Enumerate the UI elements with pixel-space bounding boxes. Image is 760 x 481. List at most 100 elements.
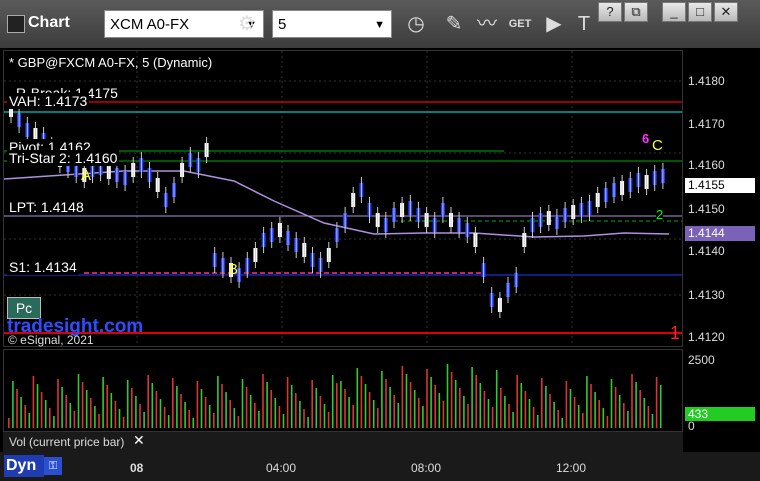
volume-bar [61, 387, 63, 428]
volume-bar [172, 378, 174, 428]
volume-bar [491, 407, 494, 428]
study-icon[interactable]: 〰 [473, 10, 501, 38]
volume-bar [233, 408, 236, 428]
volume-bar [647, 406, 650, 428]
text-tool-icon[interactable]: T [570, 10, 598, 38]
volume-bar [512, 412, 514, 428]
clock-icon[interactable]: ◷ [402, 10, 430, 38]
volume-bar [418, 398, 420, 428]
volume-bar [241, 379, 244, 428]
y-tick: 1.4140 [688, 244, 725, 258]
volume-bar [487, 399, 490, 428]
volume-bar [286, 377, 289, 428]
volume-bar [57, 379, 59, 428]
chevron-down-icon[interactable]: ▼ [374, 11, 385, 39]
x-tick: 12:00 [556, 461, 587, 475]
volume-bar [290, 385, 293, 428]
ma-price-tag: 1.4144 [685, 226, 755, 241]
volume-bar [422, 406, 424, 428]
time-axis[interactable]: Dyn ⚿ [0, 452, 760, 481]
dyn-mode-button[interactable]: Dyn [4, 455, 44, 477]
marker-c: C [652, 137, 663, 154]
volume-pane[interactable] [3, 349, 683, 432]
volume-bar [217, 376, 219, 428]
volume-bar [188, 410, 190, 428]
restore-button[interactable]: ⧉ [624, 2, 648, 22]
y-tick: 1.4130 [688, 288, 725, 302]
volume-bar [8, 418, 10, 428]
volume-bar [549, 394, 551, 428]
close-icon[interactable]: ✕ [133, 432, 145, 449]
volume-bar [573, 397, 576, 428]
volume-bar [459, 388, 461, 428]
volume-bar [372, 400, 375, 428]
chart-symbol-title: * GBP@FXCM A0-FX, 5 (Dynamic) [9, 55, 213, 70]
volume-bar [532, 407, 535, 428]
volume-bar [122, 417, 125, 428]
volume-bar [245, 387, 248, 428]
tristar-label: Tri-Star 2: 1.4160 [7, 150, 120, 166]
volume-bar [98, 414, 100, 428]
volume-bar [635, 382, 637, 428]
volume-bar [258, 411, 260, 428]
volume-bar [598, 400, 600, 428]
x-tick: 08:00 [411, 461, 442, 475]
volume-bar [331, 375, 334, 428]
price-axis[interactable]: 1.4180 1.4170 1.4160 1.4150 1.4140 1.413… [683, 50, 760, 347]
volume-bar [155, 391, 158, 428]
volume-bar [623, 403, 625, 428]
symbol-value: XCM A0-FX [110, 16, 190, 33]
volume-bar [434, 385, 436, 428]
magenta-count-label: 6 [642, 131, 650, 146]
volume-bar [368, 392, 371, 428]
lock-icon[interactable]: ⚿ [44, 457, 62, 475]
price-chart[interactable]: R-Break: 1.4175 VAH: 1.4173 Pivot: 1.416… [3, 50, 683, 347]
volume-bar [582, 413, 584, 428]
volume-bar [438, 393, 441, 428]
chart-app-icon [7, 15, 25, 33]
volume-bar [467, 404, 469, 428]
y-tick: 1.4120 [688, 330, 725, 344]
volume-bar [524, 391, 527, 428]
gear-icon[interactable]: ⚙ [233, 10, 261, 38]
volume-bar [139, 404, 141, 428]
last-price-tag: 1.4155 [685, 178, 755, 193]
vol-y-tick: 2500 [688, 353, 715, 367]
volume-bar [389, 387, 391, 428]
vah-label: VAH: 1.4173 [7, 93, 90, 109]
volume-bar [659, 385, 662, 428]
volume-bar [274, 398, 277, 428]
x-tick: 08 [130, 461, 144, 475]
volume-bar [541, 378, 543, 428]
y-tick: 1.4170 [688, 117, 725, 131]
volume-bar [237, 416, 240, 428]
volume-bar [586, 376, 588, 428]
help-button[interactable]: ? [598, 2, 622, 22]
pencil-icon[interactable]: ✎ [440, 10, 468, 38]
volume-bar [483, 391, 486, 428]
close-button[interactable]: ✕ [714, 2, 738, 22]
get-icon[interactable]: GET [506, 10, 534, 38]
volume-bar [385, 379, 387, 428]
volume-bar [266, 382, 268, 428]
volume-bar [208, 405, 211, 428]
volume-bar [102, 377, 104, 428]
volume-bar [561, 418, 564, 428]
volume-bar [557, 410, 559, 428]
minimize-button[interactable]: _ [662, 2, 686, 22]
volume-bar [356, 368, 359, 428]
volume-bar [204, 397, 207, 428]
volume-bar [278, 406, 281, 428]
volume-bar [430, 377, 432, 428]
volume-bar [614, 387, 617, 428]
play-icon[interactable]: ▶ [540, 10, 568, 38]
volume-bar [381, 371, 383, 428]
volume-bar [393, 395, 395, 428]
volume-bar [77, 374, 80, 428]
maximize-button[interactable]: □ [688, 2, 712, 22]
volume-bar [85, 390, 88, 428]
interval-select[interactable]: 5 ▼ [272, 10, 392, 38]
volume-bar [450, 372, 453, 428]
volume-bar [655, 377, 658, 428]
volume-bar [32, 376, 35, 428]
